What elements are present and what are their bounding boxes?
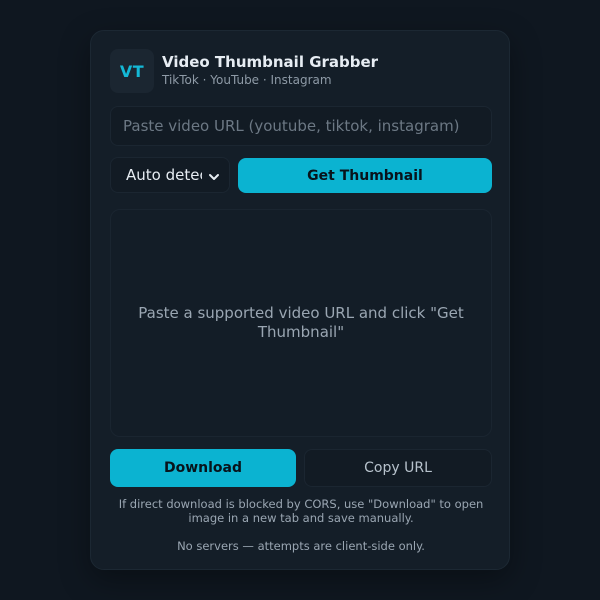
- footer-note: No servers — attempts are client-side on…: [177, 539, 425, 553]
- chevron-down-icon: [208, 169, 220, 181]
- thumbnail-preview-area: Paste a supported video URL and click "G…: [110, 209, 492, 437]
- header: VT Video Thumbnail Grabber TikTok · YouT…: [110, 49, 490, 93]
- get-thumbnail-button[interactable]: Get Thumbnail: [238, 158, 492, 193]
- preview-placeholder-text: Paste a supported video URL and click "G…: [138, 304, 464, 341]
- platform-select[interactable]: Auto detect: [110, 157, 230, 193]
- video-url-input[interactable]: [110, 106, 492, 146]
- copy-url-button[interactable]: Copy URL: [304, 449, 492, 487]
- app-logo: VT: [110, 49, 154, 93]
- app-title: Video Thumbnail Grabber: [162, 53, 379, 71]
- cors-note: If direct download is blocked by CORS, u…: [118, 497, 484, 526]
- download-button[interactable]: Download: [110, 449, 296, 487]
- platform-select-value: Auto detect: [126, 166, 202, 184]
- app-subtitle: TikTok · YouTube · Instagram: [162, 73, 332, 87]
- app-card: VT Video Thumbnail Grabber TikTok · YouT…: [90, 30, 510, 570]
